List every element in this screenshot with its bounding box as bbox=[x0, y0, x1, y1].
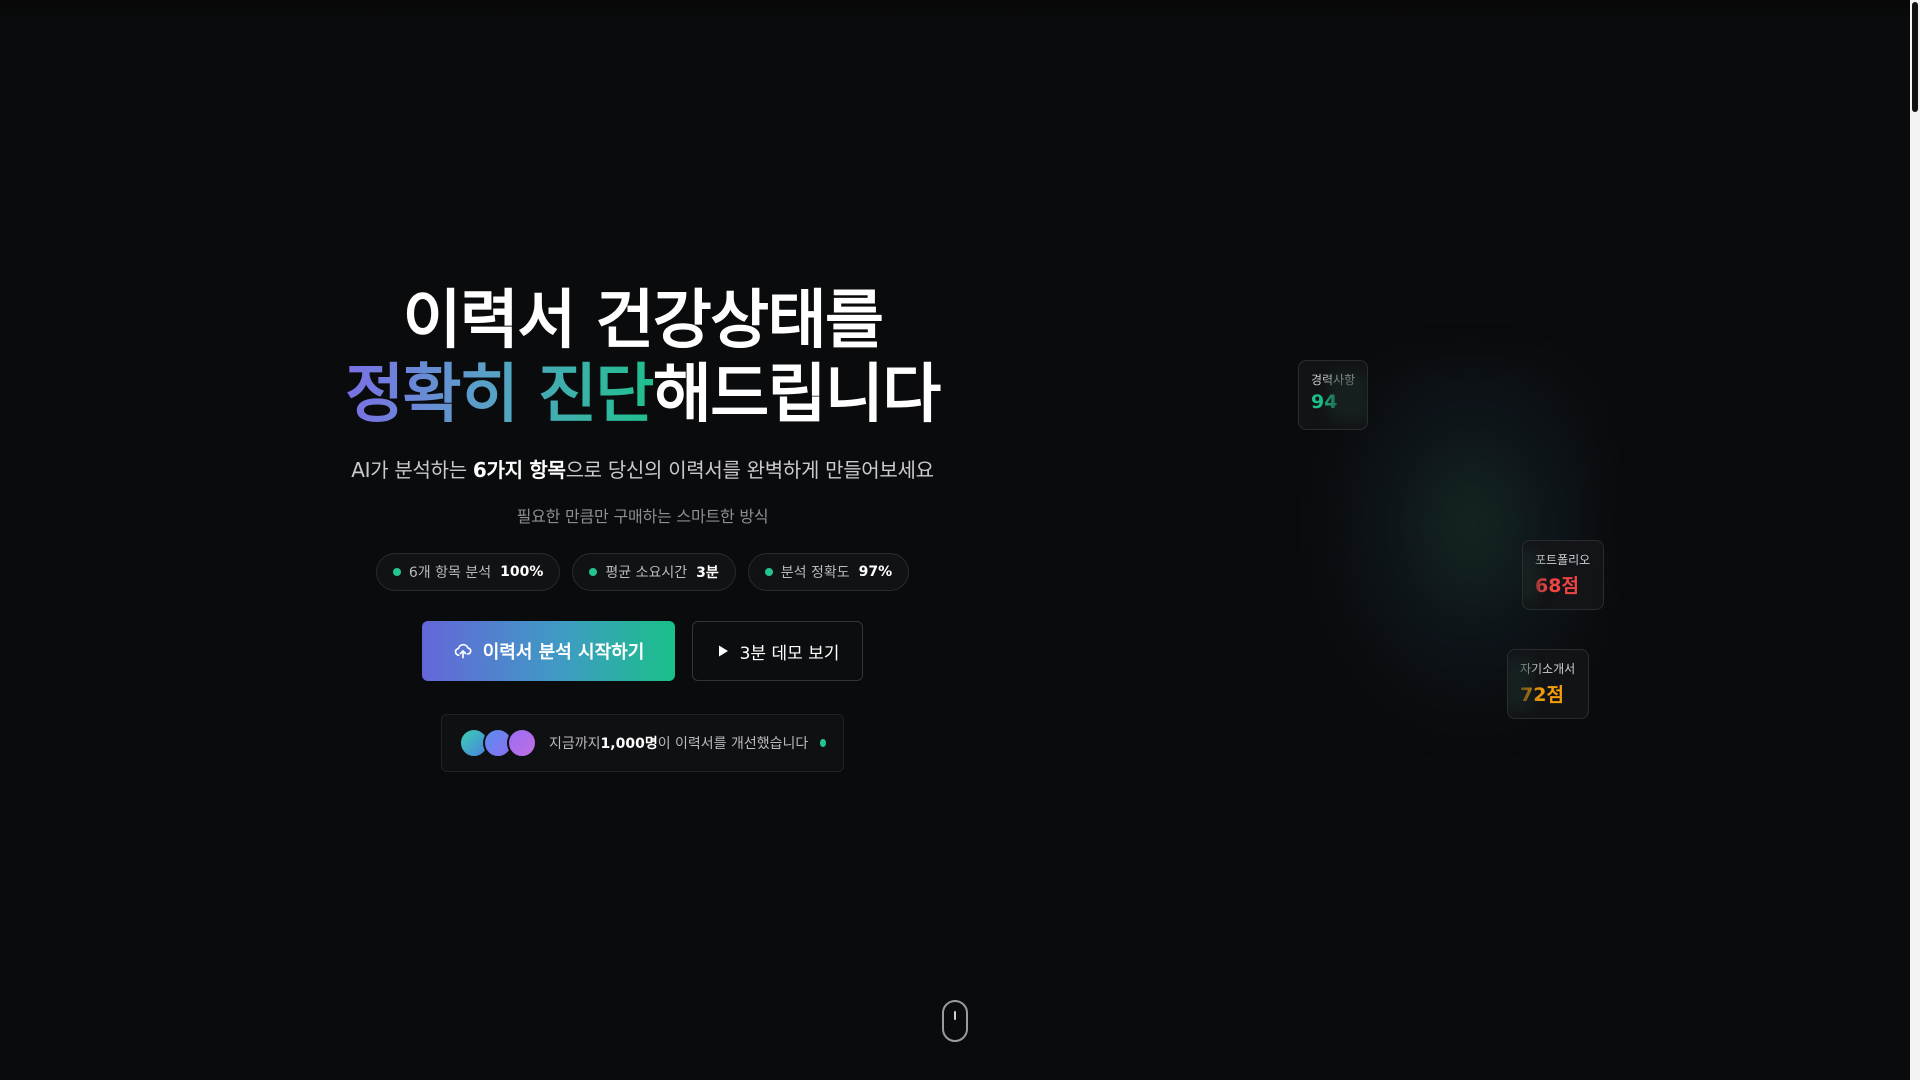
mouse-wheel-icon bbox=[954, 1011, 956, 1020]
demo-video-button[interactable]: 3분 데모 보기 bbox=[692, 621, 863, 681]
demo-video-label: 3분 데모 보기 bbox=[739, 643, 840, 664]
status-dot bbox=[764, 568, 773, 576]
status-dot bbox=[392, 568, 401, 576]
avatar bbox=[507, 728, 537, 758]
score-card-portfolio: 포트폴리오 68점 bbox=[1522, 540, 1604, 610]
score-card-label: 포트폴리오 bbox=[1535, 553, 1591, 567]
play-icon bbox=[718, 645, 728, 657]
social-proof-count: 1,000명 bbox=[600, 736, 658, 752]
stat-label: 6개 항목 분석 bbox=[408, 565, 492, 581]
hero-subtitle: AI가 분석하는 6가지 항목으로 당신의 이력서를 완벽하게 만들어보세요 bbox=[340, 454, 945, 483]
social-proof-post: 이 이력서를 개선했습니다 bbox=[657, 736, 809, 752]
social-proof-bar: 지금까지 1,000명 이 이력서를 개선했습니다 bbox=[441, 714, 844, 772]
subtitle-pre: AI가 분석하는 bbox=[351, 458, 473, 482]
blur-overlay bbox=[1508, 658, 1532, 710]
landing-page: 이력서 건강상태를 정확히 진단해드립니다 AI가 분석하는 6가지 항목으로 … bbox=[0, 0, 1920, 1080]
page-scrollbar[interactable] bbox=[1910, 0, 1920, 1080]
score-card-value: 68점 bbox=[1535, 575, 1579, 597]
top-bar bbox=[0, 0, 1910, 18]
resume-health-visual: 경력사항 94 포트폴리오 68점 자기소개서 72점 bbox=[1290, 340, 1630, 740]
score-card-career: 경력사항 94 bbox=[1298, 360, 1368, 430]
stat-value: 3분 bbox=[696, 565, 719, 581]
headline-gradient-text: 정확히 진단 bbox=[345, 358, 654, 432]
social-proof-pre: 지금까지 bbox=[549, 736, 601, 752]
stat-label: 평균 소요시간 bbox=[605, 565, 688, 581]
start-analysis-button[interactable]: 이력서 분석 시작하기 bbox=[422, 621, 675, 681]
stat-pill-items: 6개 항목 분석 100% bbox=[375, 553, 561, 591]
hero-section: 이력서 건강상태를 정확히 진단해드립니다 AI가 분석하는 6가지 항목으로 … bbox=[340, 284, 945, 772]
stat-value: 100% bbox=[500, 564, 544, 580]
live-status-dot bbox=[820, 739, 826, 747]
scroll-down-indicator[interactable] bbox=[942, 1000, 968, 1042]
avatar-group bbox=[459, 728, 537, 758]
stat-pill-time: 평균 소요시간 3분 bbox=[572, 553, 736, 591]
headline-rest-text: 해드립니다 bbox=[652, 358, 941, 432]
hero-headline: 이력서 건강상태를 정확히 진단해드립니다 bbox=[340, 284, 945, 432]
blur-overlay bbox=[1329, 373, 1367, 421]
status-dot bbox=[589, 568, 598, 576]
subtitle-bold: 6가지 항목 bbox=[472, 458, 566, 482]
scrollbar-thumb[interactable] bbox=[1912, 2, 1918, 112]
stats-row: 6개 항목 분석 100% 평균 소요시간 3분 분석 정확도 97% bbox=[340, 553, 945, 591]
subtitle-post: 으로 당신의 이력서를 완벽하게 만들어보세요 bbox=[565, 458, 934, 482]
stat-label: 분석 정확도 bbox=[780, 565, 850, 581]
headline-line-2: 정확히 진단해드립니다 bbox=[340, 358, 945, 432]
score-card-cover-letter: 자기소개서 72점 bbox=[1507, 649, 1589, 719]
hero-subnote: 필요한 만큼만 구매하는 스마트한 방식 bbox=[516, 507, 769, 526]
start-analysis-label: 이력서 분석 시작하기 bbox=[482, 642, 645, 663]
stat-pill-accuracy: 분석 정확도 97% bbox=[747, 553, 910, 591]
upload-cloud-icon bbox=[454, 643, 472, 659]
headline-line-1: 이력서 건강상태를 bbox=[402, 284, 884, 358]
blur-overlay bbox=[1523, 549, 1539, 601]
hero-actions: 이력서 분석 시작하기 3분 데모 보기 bbox=[340, 621, 945, 681]
stat-value: 97% bbox=[858, 564, 893, 580]
